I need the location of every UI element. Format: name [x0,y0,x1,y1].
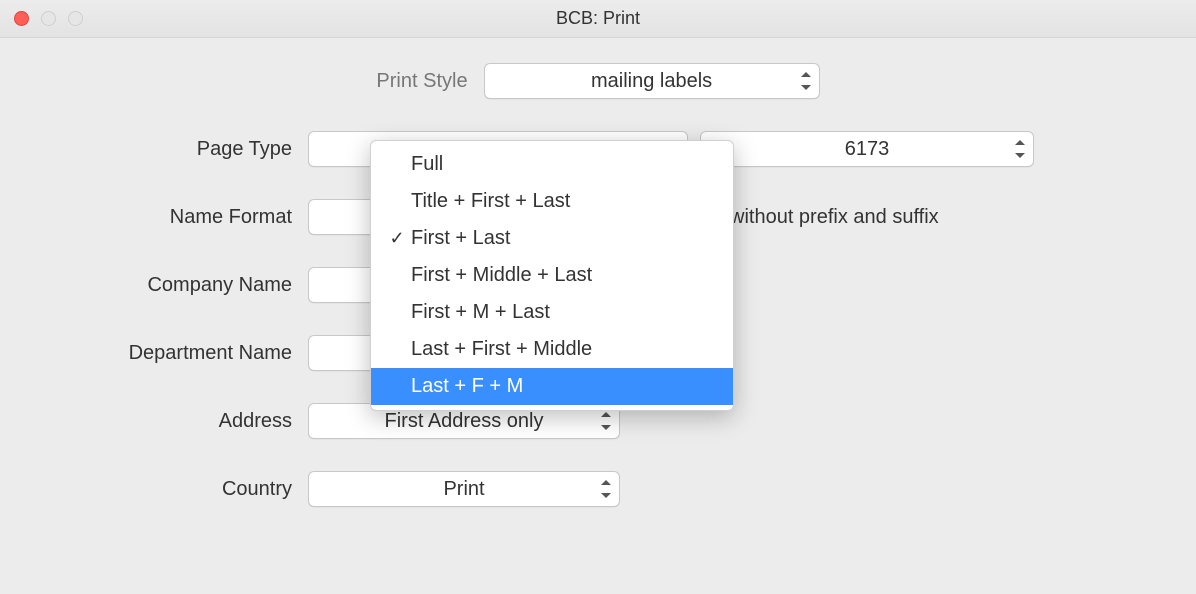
name-format-suffix: without prefix and suffix [730,206,939,229]
address-value: First Address only [337,410,591,433]
name-format-menu-item[interactable]: Title + First + Last [371,183,733,220]
minimize-button[interactable] [41,11,56,26]
company-name-label: Company Name [0,274,308,297]
page-type-popup-2[interactable]: 6173 [700,131,1034,167]
country-popup[interactable]: Print [308,471,620,507]
name-format-label: Name Format [0,206,308,229]
name-format-menu-item-label: Last + F + M [411,375,733,398]
name-format-menu-item[interactable]: Last + F + M [371,368,733,405]
print-style-label: Print Style [376,70,467,93]
name-format-menu-item-label: Title + First + Last [411,190,733,213]
page-type-label: Page Type [0,138,308,161]
chevron-updown-icon [601,412,611,430]
name-format-menu[interactable]: FullTitle + First + Last✓First + LastFir… [370,140,734,411]
maximize-button[interactable] [68,11,83,26]
window-title: BCB: Print [0,8,1196,29]
name-format-menu-item[interactable]: First + Middle + Last [371,257,733,294]
traffic-lights [14,11,83,26]
address-label: Address [0,410,308,433]
page-type-value-2: 6173 [729,138,1005,161]
name-format-menu-item-label: First + M + Last [411,301,733,324]
row-country: Country Print [0,471,1196,507]
country-label: Country [0,478,308,501]
titlebar: BCB: Print [0,0,1196,38]
chevron-updown-icon [601,480,611,498]
name-format-menu-item[interactable]: ✓First + Last [371,220,733,257]
name-format-menu-item[interactable]: First + M + Last [371,294,733,331]
check-icon: ✓ [383,228,411,249]
chevron-updown-icon [801,72,811,90]
name-format-menu-item-label: Full [411,153,733,176]
name-format-menu-item[interactable]: Last + First + Middle [371,331,733,368]
name-format-menu-item[interactable]: Full [371,146,733,183]
name-format-menu-item-label: First + Middle + Last [411,264,733,287]
name-format-menu-item-label: Last + First + Middle [411,338,733,361]
name-format-menu-item-label: First + Last [411,227,733,250]
country-value: Print [337,478,591,501]
department-name-label: Department Name [0,342,308,365]
print-style-value: mailing labels [513,70,791,93]
row-print-style: Print Style mailing labels [0,63,1196,99]
print-style-popup[interactable]: mailing labels [484,63,820,99]
chevron-updown-icon [1015,140,1025,158]
close-button[interactable] [14,11,29,26]
